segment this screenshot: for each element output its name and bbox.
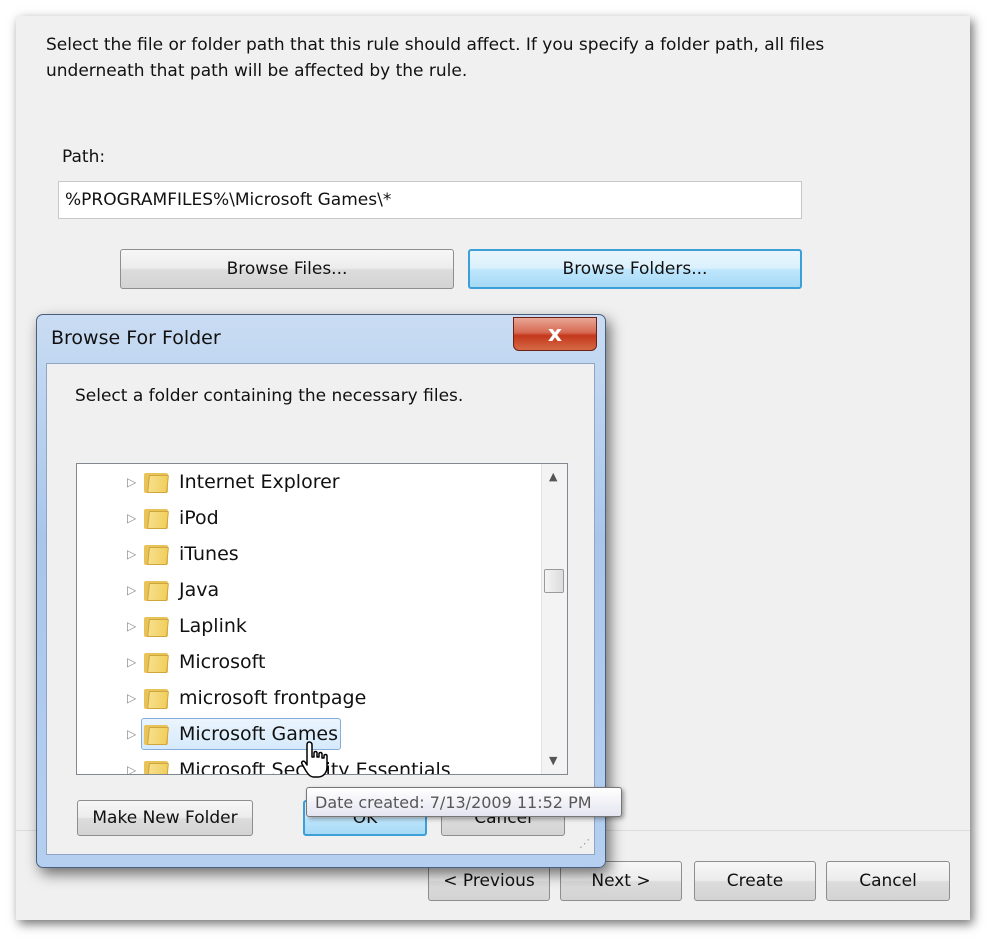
tree-item[interactable]: ▷ iTunes bbox=[77, 538, 537, 570]
folder-tree[interactable]: ▷ Internet Explorer ▷ iPod ▷ iTunes ▷ Ja… bbox=[76, 463, 568, 775]
folder-icon bbox=[144, 687, 169, 709]
folder-icon bbox=[144, 471, 169, 493]
tree-item-label: Laplink bbox=[179, 615, 247, 637]
folder-icon bbox=[144, 723, 169, 745]
tree-item-label: iPod bbox=[179, 507, 219, 529]
tree-item-label: Internet Explorer bbox=[179, 471, 340, 493]
folder-icon bbox=[144, 759, 169, 774]
folder-icon bbox=[144, 615, 169, 637]
dialog-body: Select a folder containing the necessary… bbox=[46, 363, 595, 855]
close-icon: x bbox=[547, 321, 563, 347]
scroll-down-icon[interactable]: ▼ bbox=[549, 754, 557, 767]
folder-icon bbox=[144, 579, 169, 601]
path-input[interactable]: %PROGRAMFILES%\Microsoft Games\* bbox=[58, 181, 802, 219]
scroll-thumb[interactable] bbox=[544, 569, 564, 593]
triangle-right-icon[interactable]: ▷ bbox=[127, 512, 137, 524]
create-button[interactable]: Create bbox=[694, 861, 816, 901]
tree-item[interactable]: ▷ Laplink bbox=[77, 610, 537, 642]
instructions-text: Select the file or folder path that this… bbox=[46, 35, 825, 81]
tree-item-label: Java bbox=[179, 579, 220, 601]
triangle-right-icon[interactable]: ▷ bbox=[127, 620, 137, 632]
browse-for-folder-dialog: Browse For Folder x Select a folder cont… bbox=[36, 314, 606, 868]
browse-files-button[interactable]: Browse Files... bbox=[120, 249, 454, 289]
resize-grip-icon[interactable]: ⋰ bbox=[579, 837, 590, 850]
tree-item[interactable]: ▷ Java bbox=[77, 574, 537, 606]
close-button[interactable]: x bbox=[513, 317, 597, 351]
dialog-description: Select a folder containing the necessary… bbox=[75, 386, 464, 406]
triangle-right-icon[interactable]: ▷ bbox=[127, 584, 137, 596]
triangle-right-icon[interactable]: ▷ bbox=[127, 728, 137, 740]
dialog-title: Browse For Folder bbox=[51, 327, 221, 349]
tree-item[interactable]: ▷ Microsoft bbox=[77, 646, 537, 678]
path-label: Path: bbox=[62, 147, 106, 167]
triangle-right-icon[interactable]: ▷ bbox=[127, 476, 137, 488]
tree-item[interactable]: ▷ microsoft frontpage bbox=[77, 682, 537, 714]
scroll-up-icon[interactable]: ▲ bbox=[549, 470, 557, 483]
browse-folders-button[interactable]: Browse Folders... bbox=[468, 249, 802, 289]
triangle-right-icon[interactable]: ▷ bbox=[127, 548, 137, 560]
hand-pointer-icon bbox=[301, 741, 328, 778]
triangle-right-icon[interactable]: ▷ bbox=[127, 764, 137, 774]
folder-icon bbox=[144, 543, 169, 565]
tree-item-label: microsoft frontpage bbox=[179, 687, 367, 709]
date-created-tooltip: Date created: 7/13/2009 11:52 PM bbox=[306, 787, 622, 817]
tree-scrollbar[interactable]: ▲ ▼ bbox=[541, 464, 567, 774]
folder-icon bbox=[144, 651, 169, 673]
triangle-right-icon[interactable]: ▷ bbox=[127, 692, 137, 704]
tree-item-label: iTunes bbox=[179, 543, 239, 565]
tree-item[interactable]: ▷ iPod bbox=[77, 502, 537, 534]
make-new-folder-button[interactable]: Make New Folder bbox=[77, 800, 253, 836]
wizard-cancel-button[interactable]: Cancel bbox=[826, 861, 950, 901]
tree-item[interactable]: ▷ Internet Explorer bbox=[77, 466, 537, 498]
tree-item-label: Microsoft bbox=[179, 651, 266, 673]
triangle-right-icon[interactable]: ▷ bbox=[127, 656, 137, 668]
folder-icon bbox=[144, 507, 169, 529]
